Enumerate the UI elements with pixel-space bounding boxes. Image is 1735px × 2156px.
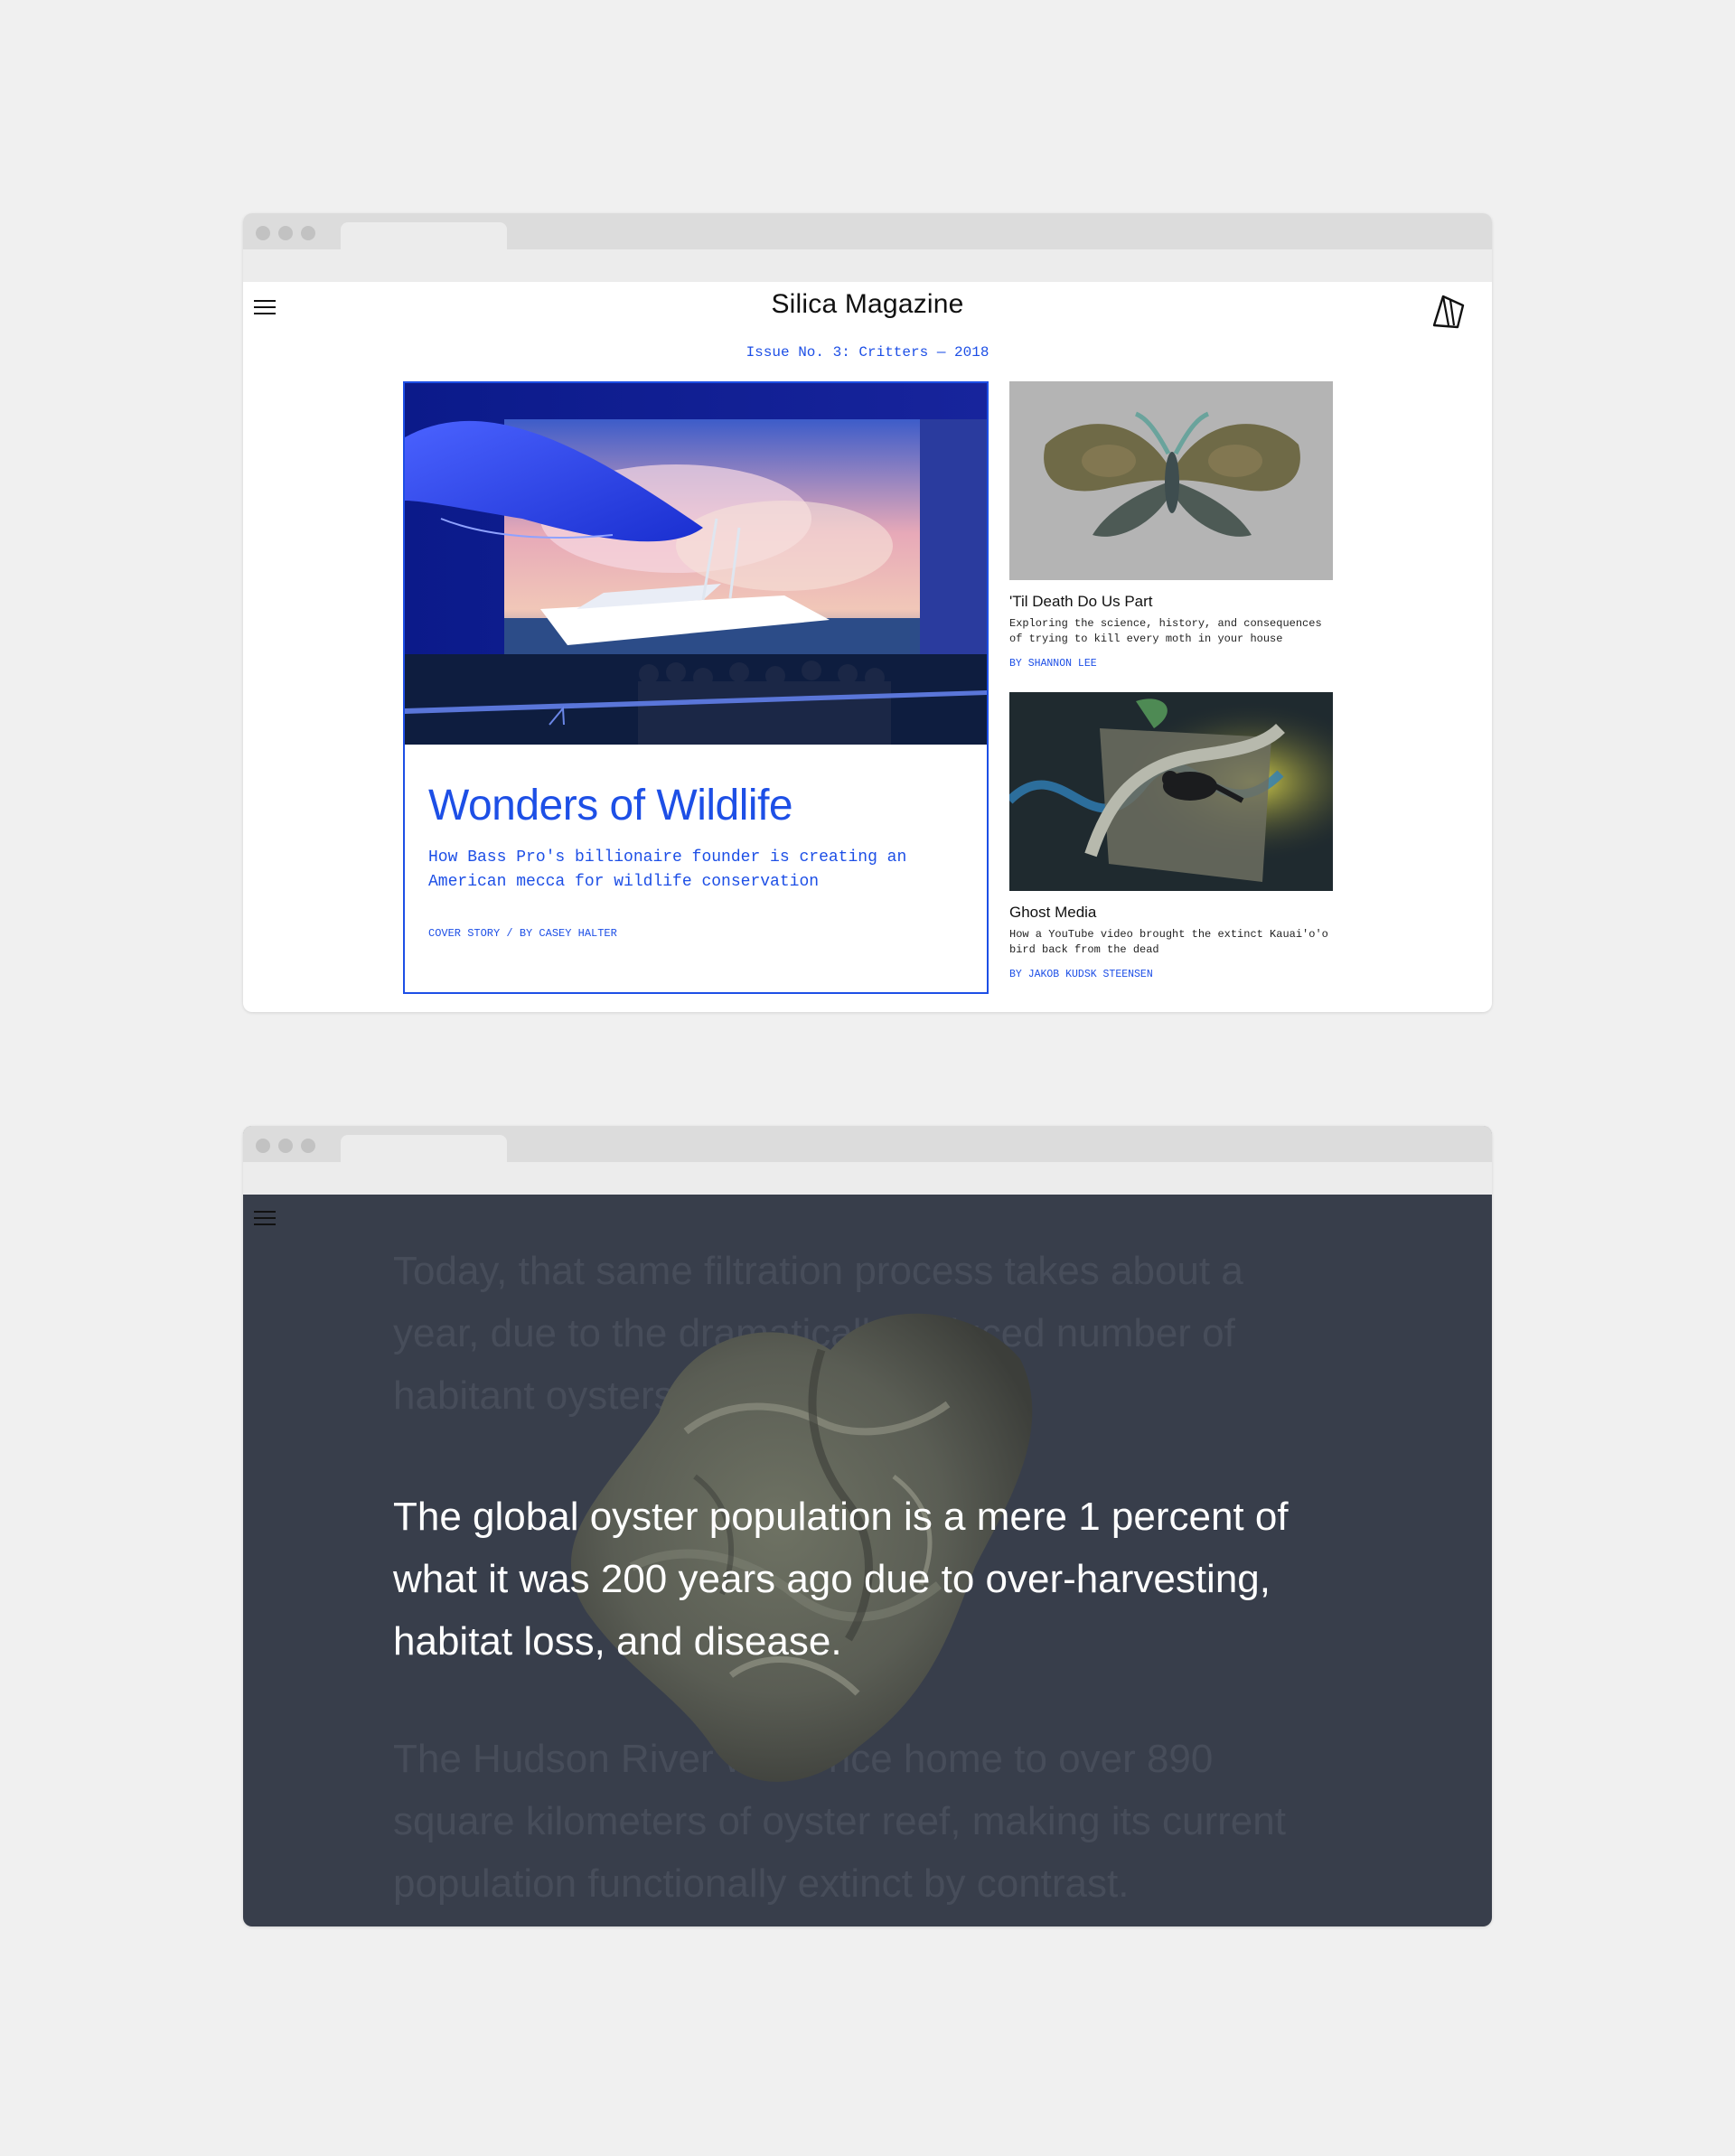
cover-story-image[interactable]: [405, 383, 987, 745]
browser-tab[interactable]: [341, 1135, 507, 1167]
side-story-card[interactable]: Ghost Media How a YouTube video brought …: [1009, 692, 1333, 980]
close-window-dot[interactable]: [256, 226, 270, 240]
side-story-title[interactable]: 'Til Death Do Us Part: [1009, 593, 1333, 611]
side-story-card[interactable]: 'Til Death Do Us Part Exploring the scie…: [1009, 381, 1333, 670]
side-story-title[interactable]: Ghost Media: [1009, 904, 1333, 922]
minimize-window-dot[interactable]: [278, 1139, 293, 1153]
side-story-dek: How a YouTube video brought the extinct …: [1009, 928, 1328, 956]
browser-chrome: [243, 213, 1492, 282]
minimize-window-dot[interactable]: [278, 226, 293, 240]
side-story-image[interactable]: [1009, 381, 1333, 580]
cover-story-card[interactable]: Wonders of Wildlife How Bass Pro's billi…: [403, 381, 989, 994]
silica-logo-icon[interactable]: [1430, 293, 1467, 329]
browser-tab[interactable]: [341, 222, 507, 255]
side-story-byline[interactable]: BY JAKOB KUDSK STEENSEN: [1009, 969, 1333, 980]
maximize-window-dot[interactable]: [301, 1139, 315, 1153]
browser-window-home: Silica Magazine Issue No. 3: Critters — …: [243, 213, 1492, 1012]
site-title[interactable]: Silica Magazine: [243, 289, 1492, 320]
cover-story-dek: How Bass Pro's billionaire founder is cr…: [428, 848, 907, 891]
window-controls: [256, 1139, 315, 1153]
cover-story-byline[interactable]: COVER STORY / BY CASEY HALTER: [428, 927, 617, 940]
hamburger-icon[interactable]: [254, 1211, 276, 1229]
issue-label[interactable]: Issue No. 3: Critters — 2018: [243, 344, 1492, 361]
side-story-image[interactable]: [1009, 692, 1333, 891]
browser-chrome: [243, 1126, 1492, 1195]
side-story-byline[interactable]: BY SHANNON LEE: [1009, 658, 1333, 670]
browser-window-article: Today, that same filtration process take…: [243, 1126, 1492, 1926]
cover-story-title[interactable]: Wonders of Wildlife: [428, 781, 793, 830]
close-window-dot[interactable]: [256, 1139, 270, 1153]
highlighted-quote: The global oyster population is a mere 1…: [393, 1495, 1289, 1664]
window-controls: [256, 226, 315, 240]
maximize-window-dot[interactable]: [301, 226, 315, 240]
side-story-dek: Exploring the science, history, and cons…: [1009, 617, 1322, 645]
